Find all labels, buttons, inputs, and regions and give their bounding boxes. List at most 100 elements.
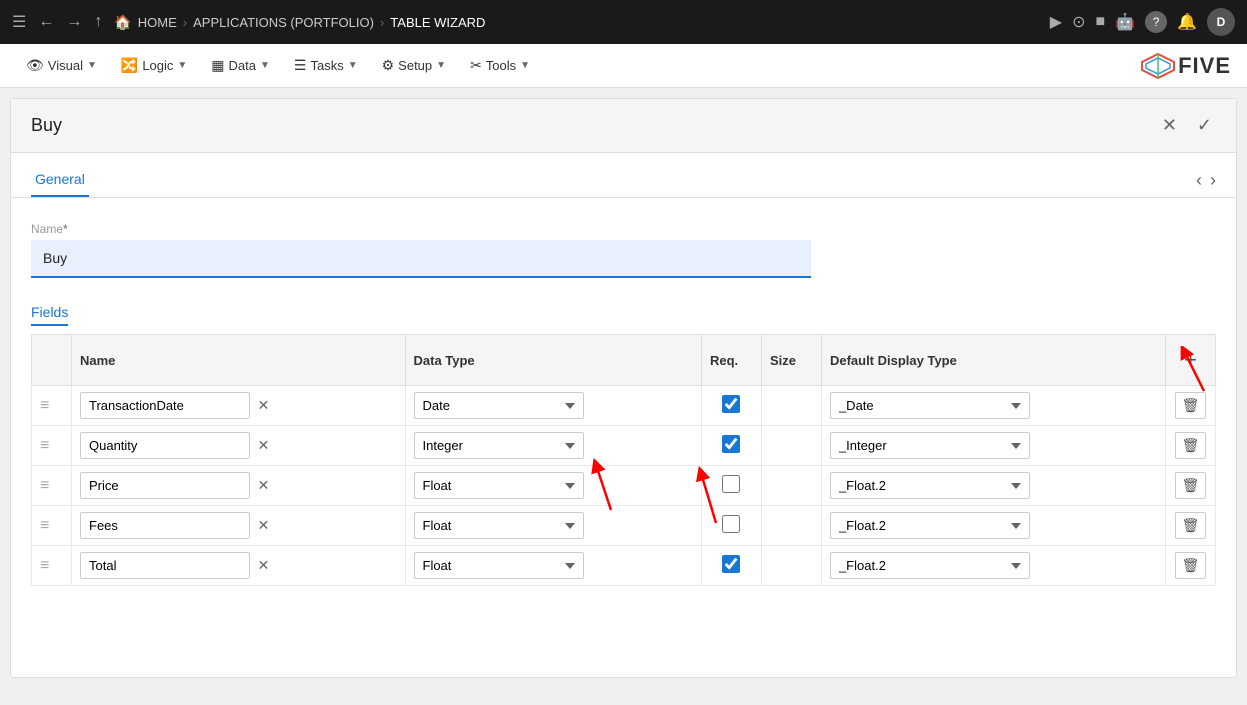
tab-prev-button[interactable]: ‹ [1196, 170, 1202, 191]
setup-arrow: ▼ [436, 60, 446, 71]
nav-data[interactable]: ▦ Data ▼ [201, 51, 280, 80]
tab-next-button[interactable]: › [1210, 170, 1216, 191]
delete-field-button[interactable]: 🗑 [1175, 392, 1207, 419]
add-field-button[interactable]: + [1178, 345, 1203, 375]
req-checkbox[interactable] [722, 475, 740, 493]
drag-handle-icon[interactable]: ≡ [40, 557, 49, 574]
logic-icon: 🔀 [121, 57, 138, 74]
drag-handle-icon[interactable]: ≡ [40, 437, 49, 454]
field-type-select[interactable]: DateIntegerFloatStringBooleanDateTime [414, 552, 584, 579]
tabs-list: General [31, 163, 109, 197]
breadcrumb: 🏠 HOME › APPLICATIONS (PORTFOLIO) › TABL… [114, 14, 485, 31]
req-checkbox[interactable] [722, 395, 740, 413]
up-icon[interactable]: ↑ [94, 13, 102, 31]
table-row: ≡ ✕ DateIntegerFloatStringBooleanDateTim… [32, 546, 1216, 586]
field-display-select[interactable]: _Date_Integer_Float.2_String_Boolean [830, 392, 1030, 419]
nav-tasks[interactable]: ☰ Tasks ▼ [284, 51, 368, 80]
field-type-select[interactable]: DateIntegerFloatStringBooleanDateTime [414, 472, 584, 499]
delete-field-button[interactable]: 🗑 [1175, 472, 1207, 499]
page-header: Buy ✕ ✓ [11, 99, 1236, 153]
field-name-input[interactable] [80, 432, 250, 459]
nav-tools[interactable]: ✂ Tools ▼ [460, 51, 540, 80]
field-name-input[interactable] [80, 472, 250, 499]
field-name-cell: ✕ [72, 466, 406, 506]
name-input[interactable] [31, 240, 811, 278]
field-type-select[interactable]: DateIntegerFloatStringBooleanDateTime [414, 392, 584, 419]
avatar[interactable]: D [1207, 8, 1235, 36]
nav-setup[interactable]: ⚙ Setup ▼ [372, 51, 456, 80]
clear-field-button[interactable]: ✕ [254, 475, 274, 496]
field-req-cell [701, 426, 761, 466]
forward-icon[interactable]: → [66, 13, 82, 31]
req-checkbox[interactable] [722, 435, 740, 453]
field-delete-cell: 🗑 [1166, 546, 1216, 586]
robot-button[interactable]: 🤖 [1115, 12, 1135, 32]
visual-label: Visual [48, 58, 83, 73]
field-name-cell: ✕ [72, 386, 406, 426]
delete-field-button[interactable]: 🗑 [1175, 432, 1207, 459]
nav-visual[interactable]: 👁 Visual ▼ [16, 51, 107, 80]
topbar-left: ☰ ← → ↑ 🏠 HOME › APPLICATIONS (PORTFOLIO… [12, 12, 1042, 32]
field-display-select[interactable]: _Date_Integer_Float.2_String_Boolean [830, 552, 1030, 579]
drag-handle-icon[interactable]: ≡ [40, 517, 49, 534]
tab-general[interactable]: General [31, 163, 89, 197]
delete-field-button[interactable]: 🗑 [1175, 512, 1207, 539]
tools-icon: ✂ [470, 57, 482, 74]
req-checkbox[interactable] [722, 555, 740, 573]
help-button[interactable]: ? [1145, 11, 1167, 33]
back-icon[interactable]: ← [38, 13, 54, 31]
clear-field-button[interactable]: ✕ [254, 555, 274, 576]
field-name-cell: ✕ [72, 506, 406, 546]
topbar: ☰ ← → ↑ 🏠 HOME › APPLICATIONS (PORTFOLIO… [0, 0, 1247, 44]
field-type-cell: DateIntegerFloatStringBooleanDateTime [405, 466, 701, 506]
header-actions: ✕ ✓ [1158, 111, 1216, 140]
clear-field-button[interactable]: ✕ [254, 395, 274, 416]
search-button[interactable]: ⊙ [1072, 12, 1085, 32]
drag-handle-cell: ≡ [32, 546, 72, 586]
page-title: Buy [31, 115, 62, 136]
th-add: + [1166, 335, 1216, 386]
field-type-cell: DateIntegerFloatStringBooleanDateTime [405, 386, 701, 426]
field-name-input[interactable] [80, 512, 250, 539]
drag-handle-icon[interactable]: ≡ [40, 477, 49, 494]
menu-icon[interactable]: ☰ [12, 12, 26, 32]
field-display-cell: _Date_Integer_Float.2_String_Boolean [821, 466, 1165, 506]
data-arrow: ▼ [260, 60, 270, 71]
logic-arrow: ▼ [177, 60, 187, 71]
table-row: ≡ ✕ DateIntegerFloatStringBooleanDateTim… [32, 426, 1216, 466]
field-name-input[interactable] [80, 552, 250, 579]
close-button[interactable]: ✕ [1158, 111, 1181, 140]
tasks-arrow: ▼ [348, 60, 358, 71]
field-type-select[interactable]: DateIntegerFloatStringBooleanDateTime [414, 432, 584, 459]
th-size: Size [761, 335, 821, 386]
five-logo: FIVE [1140, 52, 1231, 80]
field-type-select[interactable]: DateIntegerFloatStringBooleanDateTime [414, 512, 584, 539]
delete-field-button[interactable]: 🗑 [1175, 552, 1207, 579]
field-display-select[interactable]: _Date_Integer_Float.2_String_Boolean [830, 432, 1030, 459]
field-name-input[interactable] [80, 392, 250, 419]
field-display-select[interactable]: _Date_Integer_Float.2_String_Boolean [830, 472, 1030, 499]
navbar: 👁 Visual ▼ 🔀 Logic ▼ ▦ Data ▼ ☰ Tasks ▼ … [0, 44, 1247, 88]
table-row: ≡ ✕ DateIntegerFloatStringBooleanDateTim… [32, 386, 1216, 426]
fields-section: Fields Name Data Type Req. Size Default … [11, 294, 1236, 586]
play-button[interactable]: ▶ [1050, 12, 1062, 32]
clear-field-button[interactable]: ✕ [254, 515, 274, 536]
field-display-cell: _Date_Integer_Float.2_String_Boolean [821, 426, 1165, 466]
home-icon: 🏠 [114, 14, 131, 31]
req-checkbox[interactable] [722, 515, 740, 533]
bell-button[interactable]: 🔔 [1177, 12, 1197, 32]
apps-nav[interactable]: APPLICATIONS (PORTFOLIO) [193, 15, 374, 30]
table-wrapper: Name Data Type Req. Size Default Display… [31, 334, 1216, 586]
five-text: FIVE [1178, 53, 1231, 79]
nav-logic[interactable]: 🔀 Logic ▼ [111, 51, 197, 80]
confirm-button[interactable]: ✓ [1193, 111, 1216, 140]
clear-field-button[interactable]: ✕ [254, 435, 274, 456]
stop-button[interactable]: ■ [1095, 13, 1105, 31]
field-display-select[interactable]: _Date_Integer_Float.2_String_Boolean [830, 512, 1030, 539]
home-nav[interactable]: HOME [138, 15, 177, 30]
drag-handle-icon[interactable]: ≡ [40, 397, 49, 414]
field-size-cell [761, 426, 821, 466]
th-name: Name [72, 335, 406, 386]
fields-label: Fields [31, 294, 1216, 326]
drag-handle-cell: ≡ [32, 466, 72, 506]
